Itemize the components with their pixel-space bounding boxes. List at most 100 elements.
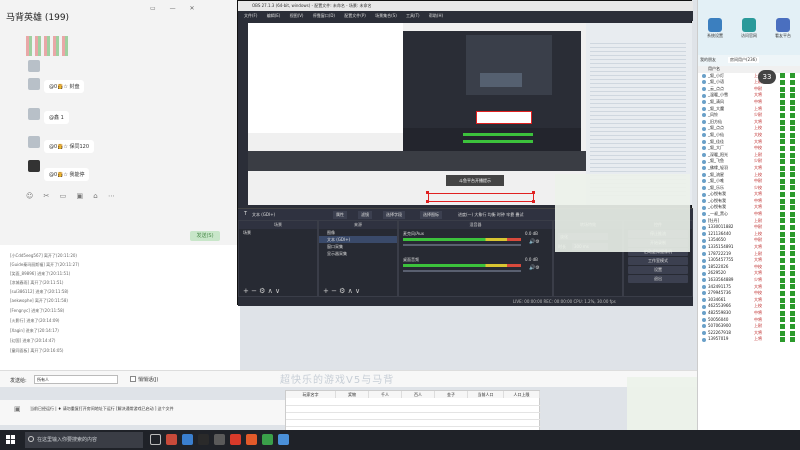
resize-handle[interactable] [532,191,535,194]
preview-nested-meter [463,133,533,136]
list-item[interactable]: _叙_小唯 中尉 [698,178,800,185]
list-item[interactable]: 1354650 中尉 [698,237,800,244]
app-icon[interactable] [262,434,273,445]
menu-tools[interactable]: 工具(T) [406,13,420,18]
menu-docks[interactable]: 停靠窗口(D) [313,13,335,18]
resize-handle[interactable] [426,200,429,203]
list-item[interactable]: 18522026 中校 [698,264,800,271]
windows-start-icon[interactable] [6,435,15,444]
properties-button[interactable]: 属性 [333,211,347,219]
list-item[interactable]: 1305457755 大将 [698,257,800,264]
exit-button[interactable]: 退出 [628,275,688,283]
table-header[interactable]: 玩家名字 [286,391,336,398]
list-item[interactable]: 482559830 中将 [698,310,800,317]
list-item[interactable]: _叙_飞鱼 少尉 [698,158,800,165]
menu-help[interactable]: 帮助(H) [429,13,443,18]
list-item[interactable]: 50056040 中将 [698,317,800,324]
app-icon[interactable] [198,434,209,445]
status-icon[interactable]: ▣ [14,405,21,413]
chat-toolbar[interactable]: ☺ ✂ ▭ ▣ ⌂ ⋯ [26,192,226,200]
list-item[interactable]: 462553966 上校 [698,303,800,310]
window-controls[interactable]: ▭ — ✕ [150,5,201,12]
obs-preview-canvas[interactable]: 斗鱼平台开播提示 [248,23,586,205]
table-header[interactable]: 千人 [369,391,402,398]
list-item[interactable]: _叙_小语 上尉 [698,79,800,86]
tab-room-users[interactable]: 房间用户(236) [728,57,759,63]
speaker-icon[interactable]: 🔊⚙ [529,239,540,245]
list-item[interactable]: 13957019 上将 [698,336,800,343]
user-icon [702,126,706,131]
system-settings-button[interactable]: 系统设置 [700,18,730,39]
menu-view[interactable]: 视图(V) [290,13,304,18]
list-item[interactable]: _叙_小仙 大校 [698,132,800,139]
list-item[interactable]: 121136440 上校 [698,231,800,238]
app-icon[interactable] [230,434,241,445]
list-item[interactable]: _叙_清风 中将 [698,99,800,106]
source-item[interactable]: 文本 (GDI+) [319,236,397,243]
speaker-icon[interactable]: 🔊⚙ [529,265,540,271]
filters-button[interactable]: 滤镜 [358,211,372,219]
source-item[interactable]: 窗口采集 [319,243,397,250]
list-item[interactable]: _一叔_黑心 中将 [698,211,800,218]
official-site-button[interactable]: 访问官网 [734,18,764,39]
list-item[interactable]: 507063900 上尉 [698,323,800,330]
app-icon[interactable] [278,434,289,445]
table-header[interactable]: 金子 [435,391,468,398]
source-item[interactable]: 图像 [319,229,397,236]
list-item[interactable]: 3034661 大将 [698,297,800,304]
list-item[interactable]: _心悦有我 大将 [698,191,800,198]
menu-file[interactable]: 文件(F) [244,13,257,18]
menu-profile[interactable]: 配置文件(P) [344,13,366,18]
list-item[interactable]: [牡丹] 上尉 [698,218,800,225]
select-font-button[interactable]: 选择字段 [383,211,405,219]
studio-mode-button[interactable]: 工作室模式 [628,257,688,265]
user-list[interactable]: 用户名 _叙_小灯上尉_叙_小语上尉_云_点点中尉_温暖_小雪大将_叙_清风中将… [698,66,800,430]
list-item[interactable]: 1330011882 中尉 [698,224,800,231]
private-checkbox[interactable] [130,376,136,382]
volume-slider[interactable] [403,244,521,246]
selected-source-box[interactable] [428,193,534,202]
list-item[interactable]: 178722219 上尉 [698,251,800,258]
list-item[interactable]: 2629520 大将 [698,270,800,277]
send-to-select[interactable]: 所有人 [34,375,118,384]
table-header[interactable]: 百人 [402,391,435,398]
user-icon [702,324,706,329]
send-button[interactable]: 发送(S) [190,231,220,241]
app-icon[interactable] [182,434,193,445]
table-header[interactable]: 当前人口 [468,391,504,398]
list-item[interactable]: 342491175 大将 [698,284,800,291]
app-icon[interactable] [246,434,257,445]
text-effects[interactable]: 进度(一) 大象行 均衡 时钟 牢靠 叠试 [458,212,523,218]
source-add-button[interactable]: + − ⚙ ∧ ∨ [323,287,360,295]
list-item[interactable]: 522267918 大将 [698,330,800,337]
app-icon[interactable] [166,434,177,445]
platform-button[interactable]: 看友平台 [768,18,798,39]
system-tray[interactable] [690,430,800,450]
menu-edit[interactable]: 编辑(E) [267,13,281,18]
taskbar-search-input[interactable]: 在这里输入你要搜索的内容 [25,432,143,448]
scene-add-button[interactable]: + − ⚙ ∧ ∨ [243,287,280,295]
list-item[interactable]: _温暖_小雪 大将 [698,92,800,99]
scene-item[interactable]: 场景 [239,229,317,236]
count-badge[interactable]: 33 [758,70,776,84]
resize-handle[interactable] [426,191,429,194]
list-item[interactable]: _风铃 少尉 [698,112,800,119]
task-view-icon[interactable] [150,434,161,445]
source-item[interactable]: 显示器采集 [319,250,397,257]
tab-friends[interactable]: 我的朋友 [700,57,716,63]
menu-scene-collection[interactable]: 场景集合(S) [375,13,397,18]
select-icon-button[interactable]: 选择图标 [420,211,442,219]
list-item[interactable]: _叙_大厂 中校 [698,145,800,152]
list-item[interactable]: 279945736 中校 [698,290,800,297]
resize-handle[interactable] [532,200,535,203]
app-icon[interactable] [214,434,225,445]
table-header[interactable]: 人口上限 [504,391,540,398]
table-header[interactable]: 奖物 [336,391,369,398]
list-item[interactable]: _佛缘_轻羽 大将 [698,165,800,172]
settings-button[interactable]: 设置 [628,266,688,274]
list-item[interactable]: _叙_点点 上校 [698,125,800,132]
preview-broadcast-button[interactable]: 斗鱼平台开播提示 [446,175,504,186]
list-item[interactable]: 1633564889 少将 [698,277,800,284]
list-item[interactable]: 1335154891 大将 [698,244,800,251]
volume-slider[interactable] [403,270,521,272]
